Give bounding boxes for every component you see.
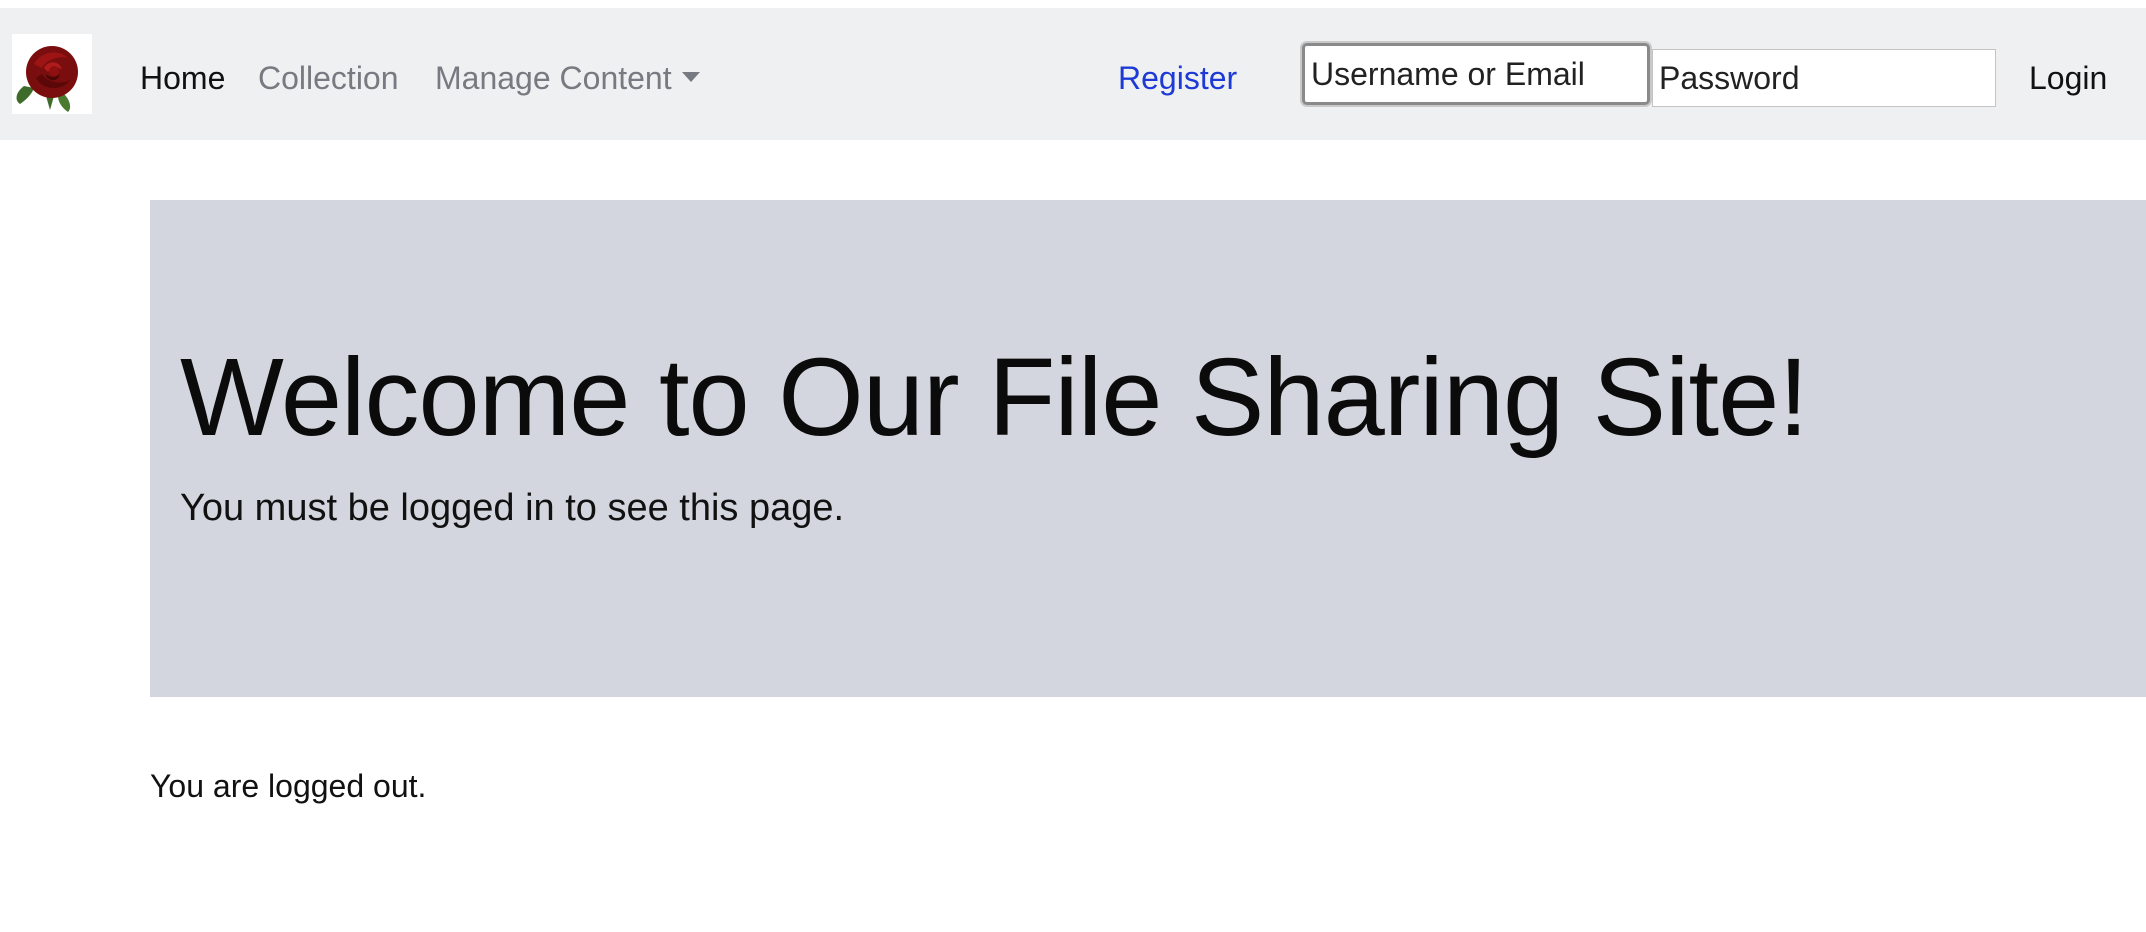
nav-manage-content-label: Manage Content xyxy=(435,60,672,96)
nav-home[interactable]: Home xyxy=(140,58,225,98)
welcome-jumbotron: Welcome to Our File Sharing Site! You mu… xyxy=(150,200,2146,697)
page-title: Welcome to Our File Sharing Site! xyxy=(180,336,1809,459)
caret-down-icon xyxy=(681,71,700,82)
rose-logo-icon[interactable] xyxy=(12,34,92,114)
username-email-input[interactable] xyxy=(1302,43,1650,105)
top-strip xyxy=(0,0,2146,8)
login-button[interactable]: Login xyxy=(2029,58,2107,98)
nav-register[interactable]: Register xyxy=(1118,58,1237,98)
logged-out-status: You are logged out. xyxy=(150,768,427,804)
login-required-message: You must be logged in to see this page. xyxy=(180,487,845,529)
navbar: Home Collection Manage Content Register … xyxy=(0,8,2146,140)
nav-collection[interactable]: Collection xyxy=(258,58,399,98)
password-input[interactable] xyxy=(1652,49,1996,107)
nav-manage-content-dropdown[interactable]: Manage Content xyxy=(435,58,700,98)
